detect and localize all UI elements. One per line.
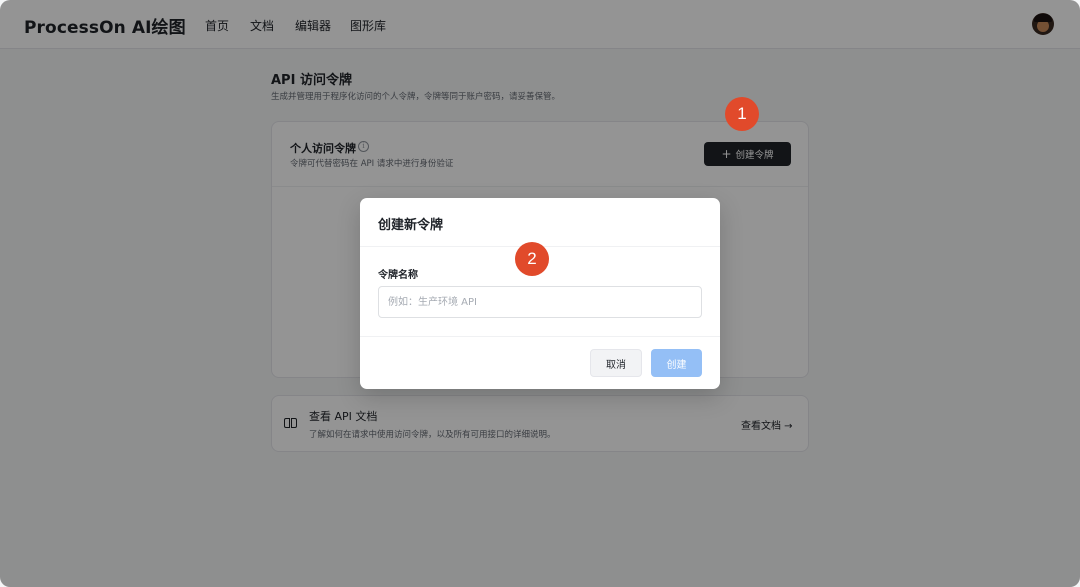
dialog-title: 创建新令牌 bbox=[378, 218, 444, 233]
step-badge-1: 1 bbox=[725, 97, 759, 131]
create-button[interactable]: 创建 bbox=[651, 349, 702, 377]
dialog-footer-divider bbox=[360, 336, 720, 337]
token-name-label: 令牌名称 bbox=[378, 270, 418, 281]
token-name-input[interactable] bbox=[378, 286, 702, 318]
app-window: ProcessOn AI绘图 首页 文档 编辑器 图形库 API 访问令牌 生成… bbox=[0, 0, 1080, 587]
create-token-dialog: 创建新令牌 令牌名称 取消 创建 bbox=[360, 198, 720, 389]
step-badge-2: 2 bbox=[515, 242, 549, 276]
cancel-button[interactable]: 取消 bbox=[590, 349, 642, 377]
